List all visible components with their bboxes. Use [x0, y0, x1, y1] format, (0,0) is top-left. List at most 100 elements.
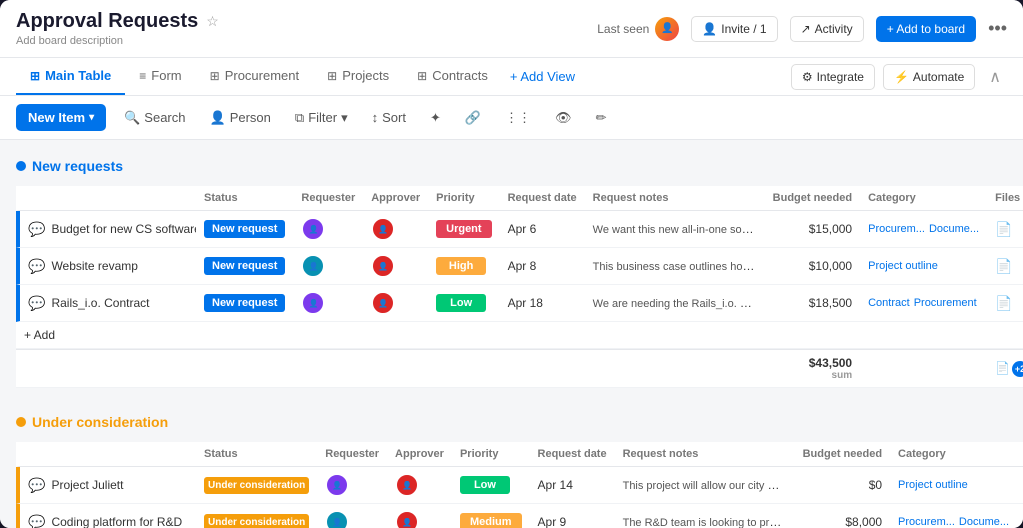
status-cell[interactable]: Under consideration — [196, 504, 317, 528]
invite-button[interactable]: 👤 Invite / 1 — [691, 16, 777, 42]
main-table-icon: ⊞ — [30, 69, 40, 83]
collapse-button[interactable]: ∧ — [983, 65, 1007, 89]
chat-icon[interactable]: 💬 — [28, 514, 45, 528]
requester-cell: 👤 — [293, 211, 363, 248]
file-icon[interactable]: 📄 — [995, 295, 1012, 311]
files-cell[interactable]: 📄 — [987, 285, 1023, 322]
notes-text: We want this new all-in-one software for… — [593, 222, 765, 236]
tabs-bar: ⊞ Main Table ≡ Form ⊞ Procurement ⊞ Proj… — [0, 58, 1023, 96]
category-cell[interactable]: Project outline — [860, 248, 987, 285]
col-category-2: Category — [890, 442, 1017, 467]
requester-cell: 👤 — [293, 285, 363, 322]
priority-cell[interactable]: High — [428, 248, 499, 285]
tab-procurement[interactable]: ⊞ Procurement — [196, 58, 313, 95]
priority-cell[interactable]: Medium — [452, 504, 530, 528]
star-icon[interactable]: ☆ — [206, 13, 219, 30]
sparkle-icon: ✦ — [430, 110, 441, 126]
row-name[interactable]: Budget for new CS software — [51, 222, 196, 236]
col-status-2: Status — [196, 442, 317, 467]
chat-icon[interactable]: 💬 — [28, 477, 45, 494]
col-files: Files — [987, 186, 1023, 211]
board-subtitle[interactable]: Add board description — [16, 35, 219, 47]
col-priority-2: Priority — [452, 442, 530, 467]
table-row[interactable]: 💬 Project Juliett Under consideration 👤 👤 Low… — [16, 467, 1023, 504]
approver-cell: 👤 — [387, 467, 452, 504]
chat-icon[interactable]: 💬 — [28, 221, 45, 238]
category-cell[interactable]: Project outline — [890, 467, 1017, 504]
table-row[interactable]: 💬Website revampNew request👤👤HighApr 8Thi… — [16, 248, 1023, 285]
file-icon[interactable]: 📄 — [995, 221, 1012, 237]
priority-cell[interactable]: Low — [428, 285, 499, 322]
user-avatar: 👤 — [325, 473, 349, 497]
table-row[interactable]: 💬Budget for new CS softwareNew request👤👤… — [16, 211, 1023, 248]
sparkle-action[interactable]: ✦ — [424, 106, 447, 130]
group-dot-under — [16, 417, 26, 427]
date-cell: Apr 8 — [500, 248, 585, 285]
chat-icon[interactable]: 💬 — [28, 258, 45, 275]
add-view-button[interactable]: + Add View — [502, 59, 583, 94]
pencil-action[interactable]: ✏ — [590, 106, 613, 130]
automate-button[interactable]: ⚡ Automate — [883, 64, 975, 90]
integrate-button[interactable]: ⚙ Integrate — [791, 64, 875, 90]
add-row[interactable]: + Add — [16, 322, 1023, 349]
category-link[interactable]: Procurement — [914, 297, 977, 309]
priority-cell[interactable]: Urgent — [428, 211, 499, 248]
tab-contracts[interactable]: ⊞ Contracts — [403, 58, 502, 95]
category-link[interactable]: Procurem... — [868, 223, 925, 235]
group-title-under-consideration[interactable]: Under consideration — [32, 414, 168, 430]
status-cell[interactable]: New request — [196, 211, 293, 248]
file-icon[interactable]: 📄 — [995, 258, 1012, 274]
row-name[interactable]: Rails_i.o. Contract — [51, 296, 149, 310]
category-link[interactable]: Docume... — [929, 223, 979, 235]
table-row[interactable]: 💬 Coding platform for R&D Under considerat… — [16, 504, 1023, 528]
add-item-button[interactable]: + Add — [16, 322, 1023, 349]
category-link[interactable]: Docume... — [959, 516, 1009, 528]
files-cell[interactable]: 📄 — [987, 248, 1023, 285]
row-name[interactable]: Coding platform for R&D — [51, 515, 182, 528]
sort-icon: ↕ — [372, 110, 379, 125]
category-link[interactable]: Project outline — [868, 260, 938, 272]
requester-cell: 👤 — [293, 248, 363, 285]
chat-icon[interactable]: 💬 — [28, 295, 45, 312]
row-name[interactable]: Project Juliett — [51, 478, 123, 492]
files-cell[interactable]: 📄 — [1017, 504, 1023, 528]
link-icon: 🔗 — [465, 110, 481, 126]
notes-text: The R&D team is looking to procure this … — [623, 515, 795, 528]
group-title-new-requests[interactable]: New requests — [32, 158, 123, 174]
eye-icon: 👁 — [555, 110, 572, 126]
files-cell[interactable]: 📄 — [1017, 467, 1023, 504]
tab-projects[interactable]: ⊞ Projects — [313, 58, 403, 95]
date-cell: Apr 18 — [500, 285, 585, 322]
link-action[interactable]: 🔗 — [459, 106, 487, 130]
files-cell[interactable]: 📄 — [987, 211, 1023, 248]
status-cell[interactable]: Under consideration — [196, 467, 317, 504]
search-action[interactable]: 🔍 Search — [118, 106, 191, 130]
category-link[interactable]: Contract — [868, 297, 910, 309]
add-to-board-button[interactable]: + Add to board — [876, 16, 976, 42]
sort-action[interactable]: ↕ Sort — [366, 106, 412, 129]
row-name[interactable]: Website revamp — [51, 259, 137, 273]
eye-action[interactable]: 👁 — [549, 106, 578, 130]
more-options-icon[interactable]: ••• — [988, 18, 1007, 39]
tab-main-table[interactable]: ⊞ Main Table — [16, 58, 125, 95]
category-link[interactable]: Project outline — [898, 479, 968, 491]
category-link[interactable]: Procurem... — [898, 516, 955, 528]
category-cell[interactable]: Contract Procurement — [860, 285, 987, 322]
activity-button[interactable]: ↗ Activity — [790, 16, 864, 42]
new-item-button[interactable]: New Item ▾ — [16, 104, 106, 131]
col-approver: Approver — [363, 186, 428, 211]
priority-cell[interactable]: Low — [452, 467, 530, 504]
category-cell[interactable]: Procurem... Docume... — [860, 211, 987, 248]
status-cell[interactable]: New request — [196, 248, 293, 285]
filter-action[interactable]: ⧉ Filter ▾ — [289, 106, 354, 130]
last-seen-label: Last seen 👤 — [597, 17, 679, 41]
person-filter[interactable]: 👤 Person — [204, 106, 277, 130]
tab-form[interactable]: ≡ Form — [125, 58, 195, 95]
category-cell[interactable]: Procurem... Docume... — [890, 504, 1017, 528]
priority-badge: Low — [460, 476, 510, 494]
status-cell[interactable]: New request — [196, 285, 293, 322]
grid-action[interactable]: ⋮⋮ — [499, 106, 537, 130]
table-row[interactable]: 💬Rails_i.o. ContractNew request👤👤LowApr … — [16, 285, 1023, 322]
priority-badge: Medium — [460, 513, 522, 528]
actions-bar: New Item ▾ 🔍 Search 👤 Person ⧉ Filter ▾ … — [0, 96, 1023, 140]
